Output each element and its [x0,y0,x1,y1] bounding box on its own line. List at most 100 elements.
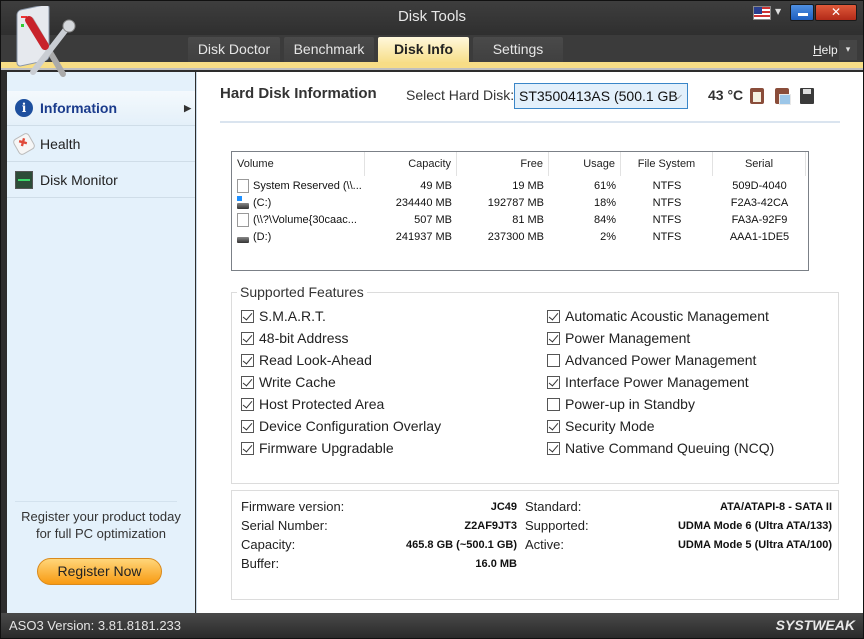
feature-checkbox[interactable]: Device Configuration Overlay [241,418,441,434]
file-system-cell: NTFS [652,214,682,226]
window-title: Disk Tools [397,8,467,25]
checkbox[interactable] [547,419,560,433]
table-row[interactable]: (\\?\Volume{30caac... 507 MB 81 MB 84% N… [232,212,806,229]
checkbox[interactable] [241,397,254,411]
volume-table[interactable]: Volume Capacity Free Usage File System S… [231,151,809,271]
feature-checkbox[interactable]: Advanced Power Management [547,352,756,368]
app-logo-icon [16,6,76,77]
close-button[interactable]: ✕ [815,4,857,21]
serial-cell: FA3A-92F9 [731,214,788,226]
promo-line-2: for full PC optimization [35,526,167,541]
systweak-logo: SYSTWEAK [775,617,855,633]
feature-checkbox[interactable]: 48-bit Address [241,330,349,346]
detail-value: 16.0 MB [475,558,517,570]
us-flag-icon[interactable] [753,6,771,20]
serial-cell: F2A3-42CA [730,197,789,209]
sidebar-item-disk-monitor[interactable]: Disk Monitor [7,163,195,198]
serial-cell: AAA1-1DE5 [729,231,790,243]
checkbox[interactable] [547,397,560,411]
feature-label: Interface Power Management [565,374,749,390]
feature-checkbox[interactable]: Automatic Acoustic Management [547,308,769,324]
table-row[interactable]: (D:) 241937 MB 237300 MB 2% NTFS AAA1-1D… [232,229,806,246]
tab-benchmark[interactable]: Benchmark [284,37,374,62]
checkbox[interactable] [547,353,560,367]
checkbox[interactable] [241,353,254,367]
tab-settings[interactable]: Settings [473,37,563,62]
version-label: ASO3 Version: 3.81.8181.233 [9,618,182,633]
hard-disk-select[interactable]: ST3500413AS (500.1 GB ⌵ [514,83,688,109]
feature-checkbox[interactable]: Power-up in Standby [547,396,695,412]
help-menu-dropdown-icon[interactable]: ▾ [839,40,857,60]
file-icon [237,179,249,194]
feature-checkbox[interactable]: Write Cache [241,374,336,390]
sidebar-item-label: Information [40,100,117,116]
temperature-readout: 43 °C [708,87,744,103]
detail-value: UDMA Mode 6 (Ultra ATA/133) [677,520,832,532]
table-row[interactable]: (C:) 234440 MB 192787 MB 18% NTFS F2A3-4… [232,195,806,212]
help-link[interactable]: Help [813,43,838,57]
status-bar: ASO3 Version: 3.81.8181.233 SYSTWEAK [1,613,863,638]
supported-features-group: Supported Features S.M.A.R.T. 48-bit Addr… [231,284,839,484]
detail-label: Standard: [525,499,582,514]
feature-label: Write Cache [259,374,336,390]
tab-disk-doctor[interactable]: Disk Doctor [188,37,280,62]
file-system-cell: NTFS [652,231,682,243]
copy-image-to-clipboard-icon[interactable] [775,88,791,105]
checkbox[interactable] [241,309,254,323]
feature-checkbox[interactable]: Power Management [547,330,690,346]
checkbox[interactable] [547,309,560,323]
select-disk-label: Select Hard Disk: [406,87,515,103]
feature-checkbox[interactable]: Interface Power Management [547,374,749,390]
tab-bar: Disk Doctor Benchmark Disk Info Settings… [1,35,863,62]
feature-label: Security Mode [565,418,655,434]
promo-text: Register your product today for full PC … [7,508,195,542]
volume-cell: (\\?\Volume{30caac... [232,212,365,229]
file-system-cell: NTFS [652,180,682,192]
free-cell: 81 MB [512,214,544,226]
sidebar-item-health[interactable]: ✖ Health [7,127,195,162]
feature-checkbox[interactable]: Security Mode [547,418,654,434]
sidebar: i Information ▶ ✖ Health Disk Monitor Re… [7,72,195,613]
language-dropdown-icon[interactable]: ▼ [775,7,781,16]
feature-checkbox[interactable]: Host Protected Area [241,396,384,412]
checkbox[interactable] [547,331,560,345]
feature-checkbox[interactable]: Native Command Queuing (NCQ) [547,440,774,456]
table-header: Volume Capacity Free Usage File System S… [232,152,806,176]
checkbox[interactable] [241,441,254,455]
column-header-volume[interactable]: Volume [232,152,365,176]
file-icon [237,213,249,228]
capacity-cell: 241937 MB [395,231,452,243]
sidebar-item-information[interactable]: i Information ▶ [7,91,195,126]
feature-label: Power-up in Standby [565,396,695,412]
checkbox[interactable] [241,419,254,433]
copy-to-clipboard-icon[interactable] [750,88,764,104]
minimize-button[interactable] [790,4,814,21]
save-icon[interactable] [800,88,814,104]
column-header-usage[interactable]: Usage [549,152,621,176]
column-header-file-system[interactable]: File System [621,152,713,176]
feature-checkbox[interactable]: S.M.A.R.T. [241,308,326,324]
checkbox[interactable] [241,331,254,345]
detail-label: Capacity: [241,537,296,552]
feature-checkbox[interactable]: Read Look-Ahead [241,352,372,368]
checkbox[interactable] [547,375,560,389]
sidebar-item-label: Health [40,136,81,152]
register-now-button[interactable]: Register Now [37,558,162,585]
feature-checkbox[interactable]: Firmware Upgradable [241,440,394,456]
volume-name: (D:) [253,231,272,243]
table-row[interactable]: System Reserved (\\... 49 MB 19 MB 61% N… [232,178,806,195]
detail-label: Active: [525,537,565,552]
feature-label: Host Protected Area [259,396,385,412]
checkbox[interactable] [241,375,254,389]
detail-value: JC49 [490,501,517,513]
feature-label: Device Configuration Overlay [259,418,442,434]
column-header-serial[interactable]: Serial [713,152,806,176]
checkbox[interactable] [547,441,560,455]
tab-disk-info[interactable]: Disk Info [378,37,469,62]
usage-cell: 84% [593,214,616,226]
free-cell: 192787 MB [487,197,544,209]
usage-cell: 18% [593,197,616,209]
column-header-free[interactable]: Free [457,152,549,176]
capacity-cell: 507 MB [414,214,452,226]
column-header-capacity[interactable]: Capacity [365,152,457,176]
